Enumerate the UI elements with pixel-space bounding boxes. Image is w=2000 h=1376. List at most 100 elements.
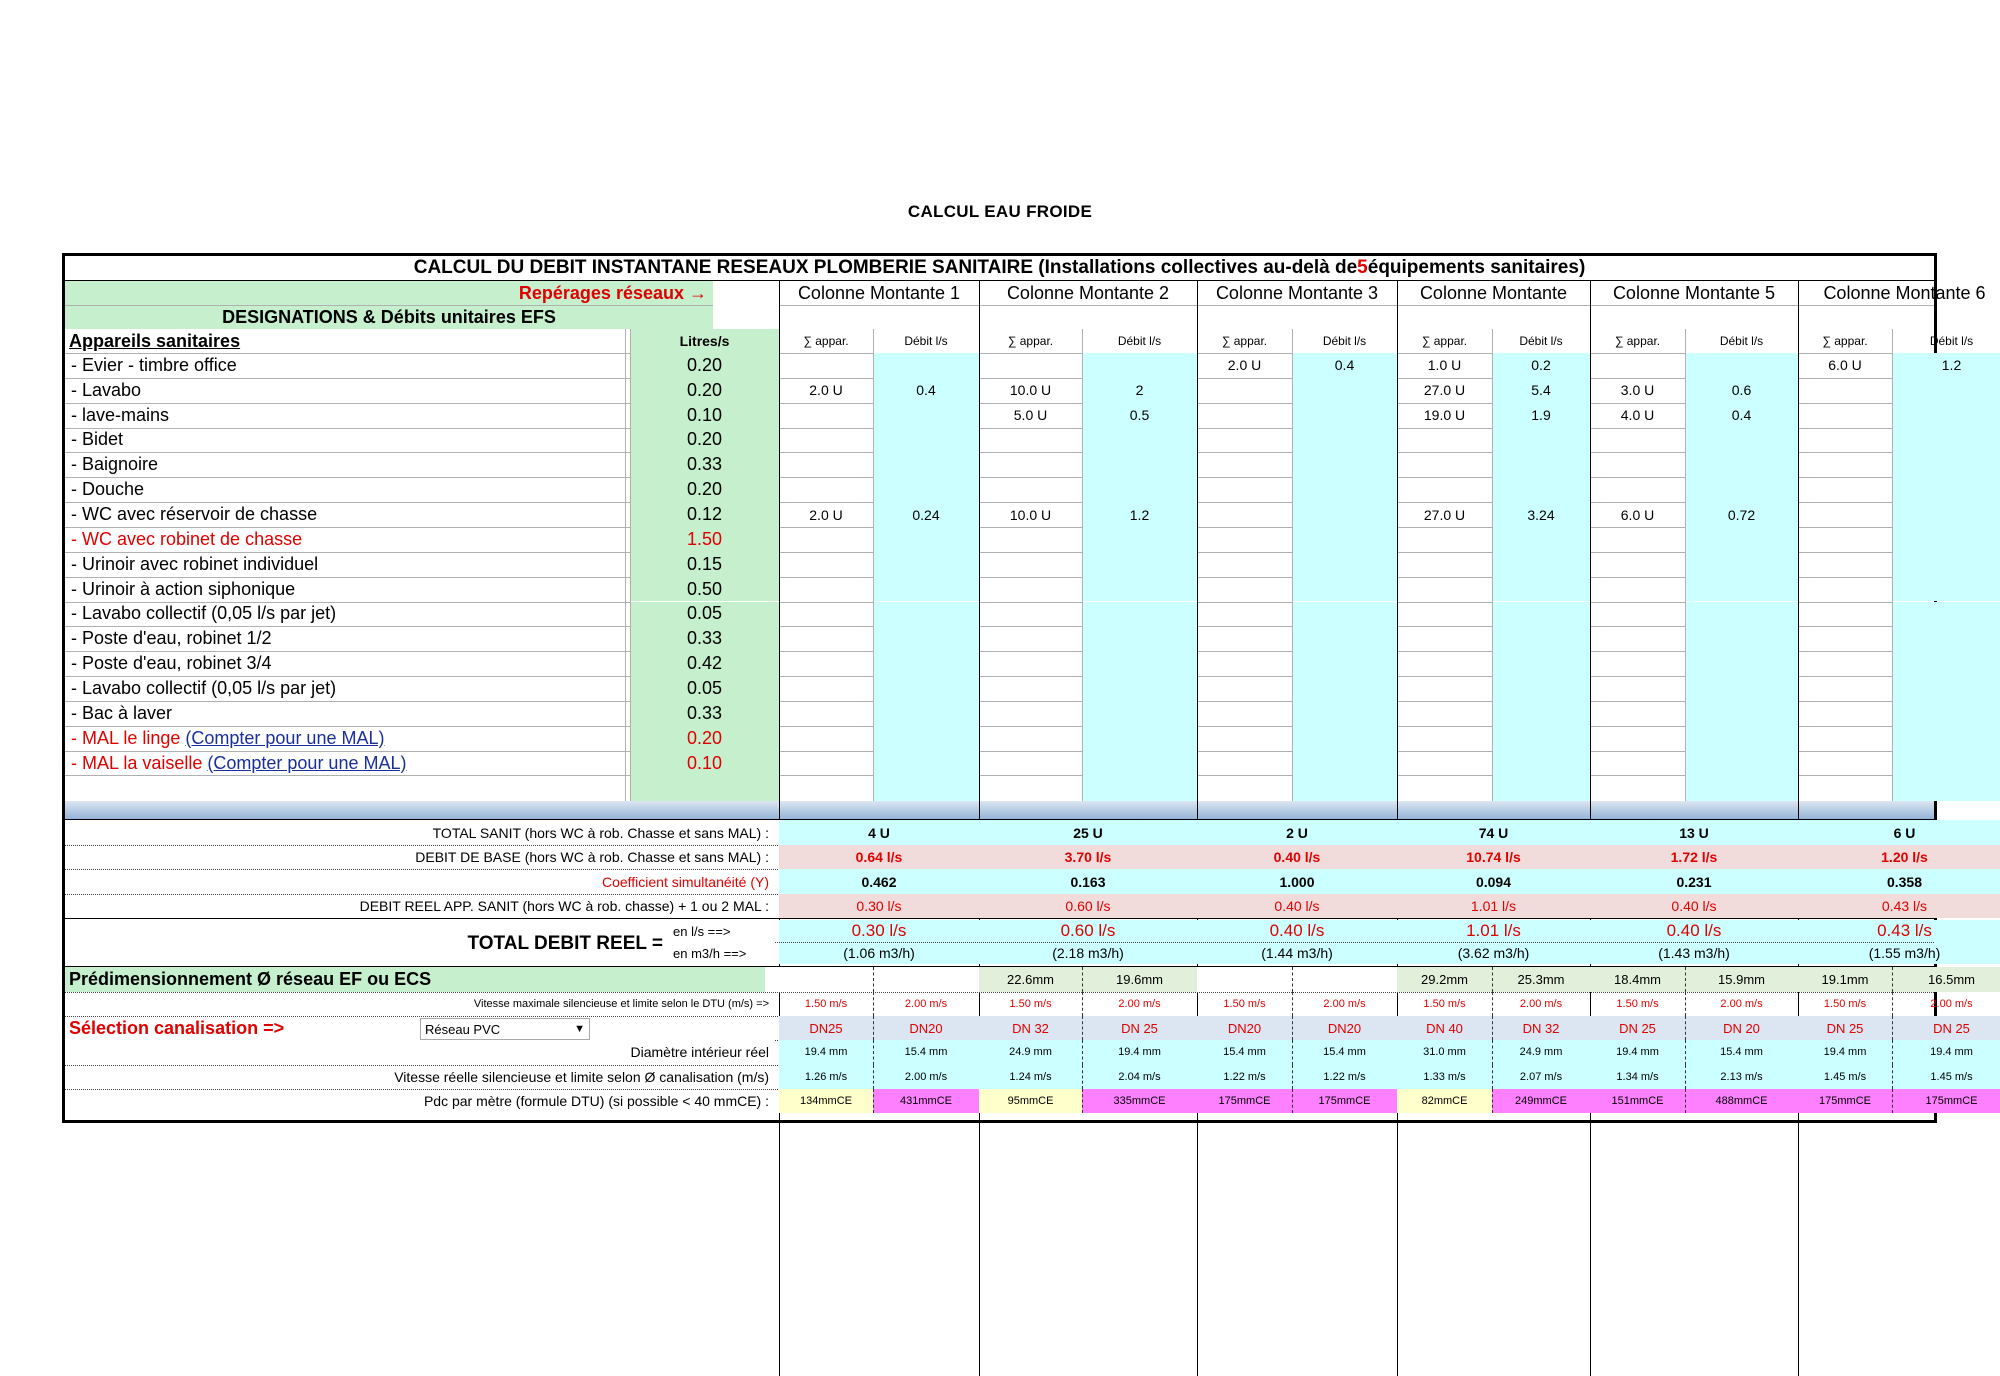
fixture-debit-cell	[1492, 626, 1590, 652]
sub-header-sum: ∑ appar.	[1221, 334, 1268, 348]
debit-reel-label: DEBIT REEL APP. SANIT (hors WC à rob. ch…	[359, 898, 769, 915]
dotted-divider	[1292, 1016, 1294, 1041]
fixture-name: - Lavabo collectif (0,05 l/s par jet)	[65, 602, 625, 627]
vreal-cell: 2.04 m/s	[1082, 1064, 1197, 1089]
dotted-divider	[1492, 1040, 1494, 1065]
fixture-debit-cell	[1492, 477, 1590, 503]
fixture-debit-cell	[1892, 651, 2000, 677]
fixture-debit-cell	[1492, 725, 1590, 751]
fixture-name: - Bidet	[65, 428, 625, 453]
grid-line	[625, 329, 626, 802]
fixture-sum-cell	[779, 651, 873, 676]
fixture-debit-cell	[873, 676, 979, 701]
fixture-debit-cell	[1892, 750, 2000, 776]
fixture-sum-cell	[979, 527, 1082, 552]
dotted-divider	[1685, 1016, 1687, 1041]
fixture-sum-cell	[1397, 552, 1492, 577]
fixture-sum-cell	[1798, 403, 1892, 428]
fixture-sum-cell	[779, 577, 873, 602]
vreal-cell: 1.26 m/s	[779, 1064, 873, 1089]
dotted-divider	[1082, 1064, 1084, 1089]
dotted-divider	[1492, 1064, 1494, 1089]
empty-debit-cell	[1492, 775, 1590, 802]
fixture-name: - Douche	[65, 477, 625, 502]
dotted-divider	[1892, 967, 1894, 992]
fixture-debit-cell	[1492, 452, 1590, 478]
empty-debit-cell	[1685, 775, 1798, 802]
count-as-one-mal-link[interactable]: (Compter pour une MAL)	[185, 728, 384, 749]
fixture-debit-cell: 0.5	[1082, 402, 1197, 428]
fixture-debit-cell	[1082, 576, 1197, 602]
fixture-debit-cell	[873, 477, 979, 503]
page-title: CALCUL EAU FROIDE	[907, 202, 1093, 221]
count-as-one-mal-link[interactable]: (Compter pour une MAL)	[207, 753, 406, 774]
fixture-sum-cell	[779, 751, 873, 776]
fixture-sum-cell	[1197, 403, 1292, 428]
fixture-label: - Poste d'eau, robinet 1/2	[71, 628, 272, 649]
fixture-debit-cell	[1292, 377, 1397, 403]
fixture-sum-cell	[1798, 701, 1892, 726]
fixture-debit-cell	[1292, 502, 1397, 527]
banner-title: CALCUL DU DEBIT INSTANTANE RESEAUX PLOMB…	[65, 256, 1934, 280]
predim-cell: 19.6mm	[1082, 967, 1197, 992]
fixture-debit-cell	[1492, 601, 1590, 627]
predim-cell: 19.1mm	[1798, 967, 1892, 992]
diam-cell: 15.4 mm	[1685, 1040, 1798, 1065]
debit-reel-cell: 0.43 l/s	[1798, 893, 2000, 919]
fixture-sum-cell	[1590, 577, 1685, 602]
predim-cell	[1292, 967, 1397, 992]
vmax-cell: 1.50 m/s	[1009, 997, 1052, 1010]
fixture-sum-cell	[1590, 477, 1685, 502]
vreal-cell: 2.13 m/s	[1685, 1064, 1798, 1089]
fixture-sum-cell	[779, 726, 873, 751]
fixture-name: - WC avec réservoir de chasse	[65, 502, 625, 527]
diam-cell: 19.4 mm	[1082, 1040, 1197, 1065]
fixture-sum-cell: 10.0 U	[1009, 506, 1052, 523]
fixture-sum-cell	[779, 701, 873, 726]
dotted-divider	[873, 991, 875, 1017]
sizing-title: Prédimensionnement Ø réseau EF ou ECS	[65, 967, 765, 992]
fixture-name: - Poste d'eau, robinet 1/2	[65, 626, 625, 651]
fixture-label: - Douche	[71, 479, 145, 500]
dotted-divider	[1892, 1040, 1894, 1065]
fixture-rate: 0.10	[630, 402, 779, 428]
sub-header-debit: Débit l/s	[1519, 334, 1563, 348]
fixture-label: - Lavabo	[71, 379, 142, 400]
fixture-sum-cell	[1197, 502, 1292, 527]
fixture-sum-cell	[779, 602, 873, 627]
fixture-debit-cell: 1.9	[1492, 402, 1590, 428]
chevron-down-icon[interactable]: ▼	[570, 1023, 589, 1035]
fixture-sum-cell	[1197, 577, 1292, 602]
fixture-debit-cell	[1082, 427, 1197, 453]
pipe-network-select[interactable]: Réseau PVC ▼	[420, 1018, 590, 1041]
fixture-sum-cell	[1397, 701, 1492, 726]
fixture-debit-cell: 0.4	[1292, 353, 1397, 378]
total-sanit-cell: 6 U	[1798, 820, 2000, 845]
fixture-label: - WC avec réservoir de chasse	[71, 504, 318, 525]
debit-reel-cell: 0.40 l/s	[1197, 893, 1397, 919]
total-reel-m3h-cell: (1.55 m3/h)	[1798, 942, 2000, 965]
fixture-debit-cell	[1292, 477, 1397, 503]
fixture-sum-cell	[1798, 527, 1892, 552]
fixture-rate: 1.50	[630, 526, 779, 552]
fixture-sum-cell	[1397, 602, 1492, 627]
diam-cell: 24.9 mm	[979, 1040, 1082, 1065]
fixture-debit-cell	[1492, 750, 1590, 776]
fixture-sum-cell	[1798, 577, 1892, 602]
fixture-debit-cell: 0.24	[873, 502, 979, 527]
fixture-sum-cell	[1397, 527, 1492, 552]
dn-cell: DN 40	[1397, 1016, 1492, 1041]
appareils-header: Appareils sanitaires	[69, 330, 241, 351]
fixture-sum-cell: 27.0 U	[1423, 506, 1466, 523]
diam-cell: 15.4 mm	[1197, 1040, 1292, 1065]
fixture-sum-cell	[779, 626, 873, 651]
diam-label: Diamètre intérieur réel	[630, 1044, 770, 1061]
fixture-debit-cell	[1292, 576, 1397, 602]
fixture-sum-cell	[1197, 626, 1292, 651]
dn-cell: DN25	[779, 1016, 873, 1041]
coefficient-cell: 0.358	[1798, 869, 2000, 894]
coefficient-cell: 0.094	[1397, 869, 1590, 894]
fixture-sum-cell	[1197, 552, 1292, 577]
diam-cell: 15.4 mm	[1292, 1040, 1397, 1065]
debit-base-cell: 1.20 l/s	[1798, 844, 2000, 870]
